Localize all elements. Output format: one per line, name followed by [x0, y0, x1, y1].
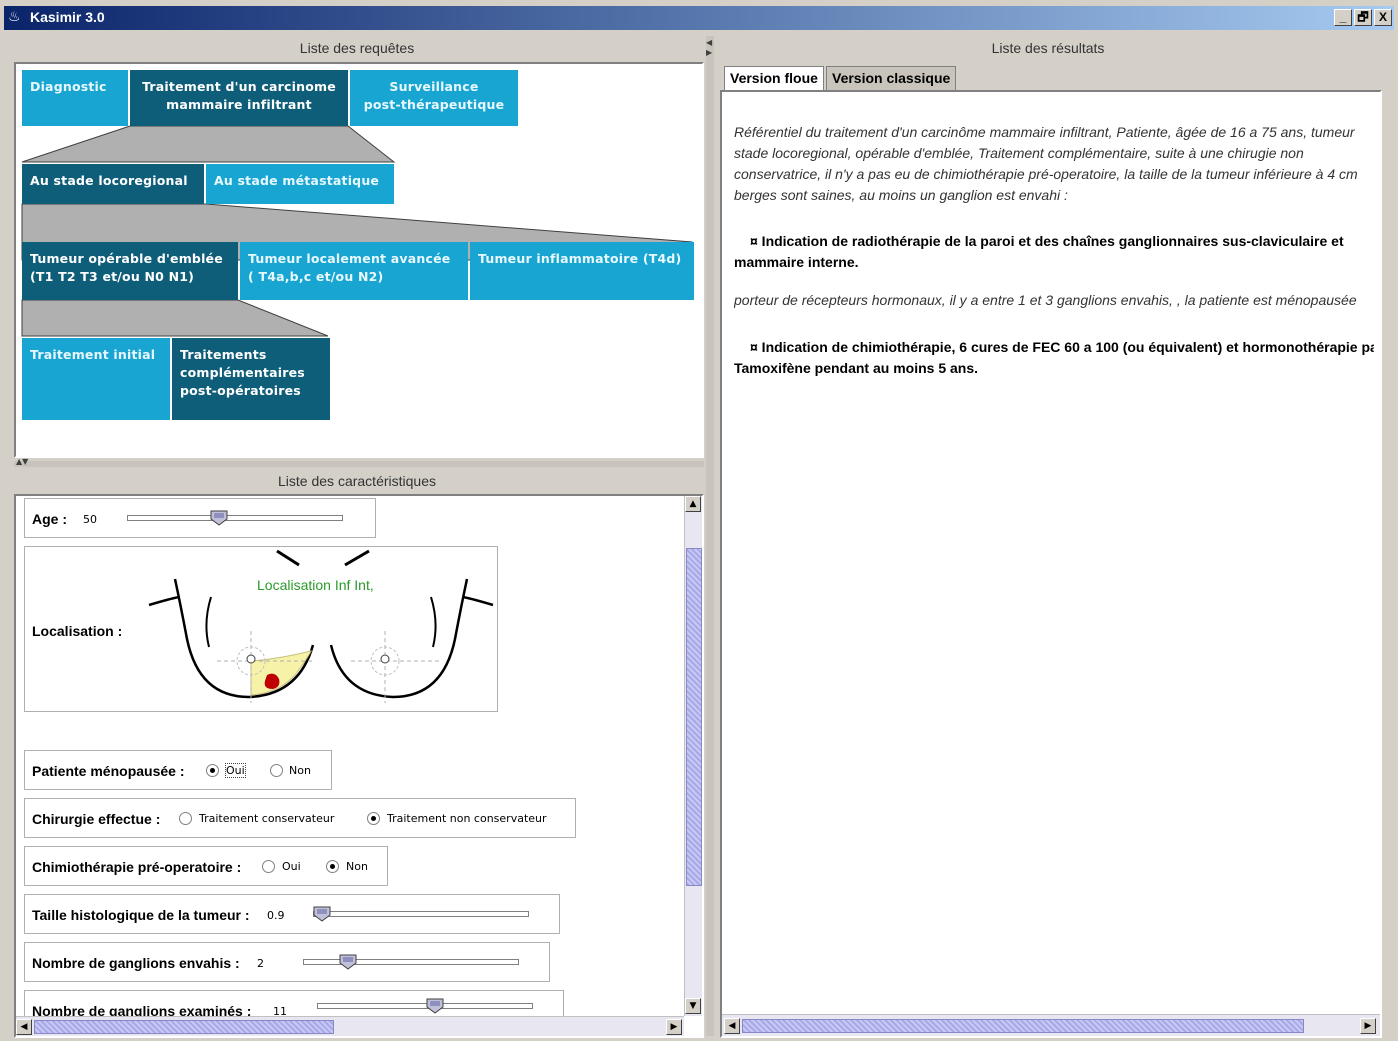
node-surveillance[interactable]: Surveillance post-thérapeutique [350, 70, 518, 126]
breast-diagram[interactable] [139, 547, 499, 713]
chimio-label: Chimiothérapie pré-operatoire : [32, 859, 242, 875]
node-traitement-initial[interactable]: Traitement initial [22, 338, 170, 420]
app-window: ♨ Kasimir 3.0 _ 🗗 X Liste des requêtes D… [0, 0, 1398, 1041]
caracteristiques-horizontal-scrollbar[interactable]: ◀ ▶ [16, 1016, 684, 1036]
chirurgie-non-conservateur-label[interactable]: Traitement non conservateur [387, 812, 547, 825]
age-label: Age : [32, 511, 67, 527]
chirurgie-conservateur-label[interactable]: Traitement conservateur [199, 812, 334, 825]
taille-field: Taille histologique de la tumeur : 0.9 [24, 894, 560, 934]
chirurgie-conservateur-radio[interactable] [179, 812, 192, 825]
restore-button[interactable]: 🗗 [1354, 9, 1372, 26]
scroll-left-arrow-icon[interactable]: ◀ [16, 1019, 32, 1035]
taille-slider-thumb[interactable] [313, 906, 331, 922]
result-line-7: porteur de récepteurs hormonaux, il y a … [734, 292, 1357, 308]
menopause-field: Patiente ménopausée : Oui Non [24, 750, 332, 790]
result-line-4: berges sont saines, au moins un ganglion… [734, 187, 1068, 203]
results-horizontal-scroll-thumb[interactable] [742, 1019, 1304, 1033]
ganglions-envahis-slider-track[interactable] [303, 959, 519, 965]
result-line-3: conservatrice, il n'y a pas eu de chimio… [734, 166, 1358, 182]
close-button[interactable]: X [1374, 9, 1392, 26]
tab-version-floue[interactable]: Version floue [724, 66, 824, 90]
results-scroll-right-arrow-icon[interactable]: ▶ [1360, 1018, 1376, 1034]
age-slider-track[interactable] [127, 515, 343, 521]
caracteristiques-panel: Age : 50 Localisation : Localisation Inf… [14, 494, 704, 1038]
requetes-tree: Diagnostic Traitement d'un carcinome mam… [14, 62, 704, 458]
node-stade-metastatique[interactable]: Au stade métastatique [206, 164, 394, 204]
age-slider-thumb[interactable] [210, 510, 228, 526]
chirurgie-label: Chirurgie effectue : [32, 811, 161, 827]
node-traitements-complementaires[interactable]: Traitements complémentaires post-opérato… [172, 338, 330, 420]
resultats-title: Liste des résultats [991, 40, 1105, 56]
menopause-oui-label[interactable]: Oui [225, 763, 246, 778]
horizontal-scroll-thumb[interactable] [34, 1020, 334, 1034]
minimize-button[interactable]: _ [1334, 9, 1352, 26]
horizontal-splitter[interactable]: ▲▼ [14, 457, 704, 467]
chimio-non-label[interactable]: Non [346, 860, 368, 873]
localisation-label: Localisation : [32, 623, 123, 639]
node-traitement-carcinome[interactable]: Traitement d'un carcinome mammaire infil… [130, 70, 348, 126]
chirurgie-field: Chirurgie effectue : Traitement conserva… [24, 798, 576, 838]
menopause-non-label[interactable]: Non [289, 764, 311, 777]
splitter-arrows-icon[interactable]: ▲▼ [16, 457, 28, 466]
ganglions-envahis-slider-thumb[interactable] [339, 954, 357, 970]
splitter-vertical-arrows-icon[interactable]: ◀ ▶ [706, 38, 712, 58]
localisation-field: Localisation : Localisation Inf Int, [24, 546, 498, 712]
result-line-1: Référentiel du traitement d'un carcinôme… [734, 124, 1355, 140]
vertical-scroll-thumb[interactable] [686, 548, 702, 886]
requetes-title: Liste des requêtes [299, 40, 415, 56]
chimio-non-radio[interactable] [326, 860, 339, 873]
window-title: Kasimir 3.0 [30, 9, 105, 25]
chimio-field: Chimiothérapie pré-operatoire : Oui Non [24, 846, 388, 886]
chimio-oui-radio[interactable] [262, 860, 275, 873]
age-value: 50 [83, 513, 97, 526]
node-tumeur-localement-avancee[interactable]: Tumeur localement avancée ( T4a,b,c et/o… [240, 242, 468, 300]
result-line-2: stade locoregional, opérable d'emblée, T… [734, 145, 1304, 161]
chimio-oui-label[interactable]: Oui [282, 860, 301, 873]
node-stade-locoregional[interactable]: Au stade locoregional [22, 164, 204, 204]
node-tumeur-inflammatoire[interactable]: Tumeur inflammatoire (T4d) [470, 242, 694, 300]
vertical-splitter[interactable]: ◀ ▶ [706, 36, 714, 1036]
menopause-label: Patiente ménopausée : [32, 763, 185, 779]
menopause-non-radio[interactable] [270, 764, 283, 777]
node-tumeur-operable[interactable]: Tumeur opérable d'emblée (T1 T2 T3 et/ou… [22, 242, 238, 300]
result-indication-chimiotherapie: ¤ Indication de chimiothérapie, 6 cures … [750, 339, 1374, 355]
result-indication-radiotherapie: ¤ Indication de radiothérapie de la paro… [750, 233, 1344, 249]
ganglions-envahis-value: 2 [257, 957, 264, 970]
taille-value: 0.9 [267, 909, 285, 922]
chirurgie-non-conservateur-radio[interactable] [367, 812, 380, 825]
scroll-right-arrow-icon[interactable]: ▶ [666, 1019, 682, 1035]
resultats-horizontal-scrollbar[interactable]: ◀ ▶ [722, 1014, 1380, 1036]
results-scroll-left-arrow-icon[interactable]: ◀ [724, 1018, 740, 1034]
taille-label: Taille histologique de la tumeur : [32, 907, 250, 923]
ganglions-envahis-label: Nombre de ganglions envahis : [32, 955, 240, 971]
caracteristiques-vertical-scrollbar[interactable]: ▲ ▼ [684, 496, 702, 1016]
result-line-6: mammaire interne. [734, 254, 859, 270]
age-field: Age : 50 [24, 498, 376, 538]
ganglions-examines-slider-thumb[interactable] [426, 998, 444, 1014]
title-bar[interactable]: ♨ Kasimir 3.0 _ 🗗 X [4, 6, 1394, 30]
menopause-oui-radio[interactable] [206, 764, 219, 777]
node-diagnostic[interactable]: Diagnostic [22, 70, 128, 126]
ganglions-envahis-field: Nombre de ganglions envahis : 2 [24, 942, 550, 982]
tab-version-classique[interactable]: Version classique [826, 66, 957, 90]
scroll-down-arrow-icon[interactable]: ▼ [685, 998, 701, 1014]
caracteristiques-title: Liste des caractéristiques [278, 473, 436, 489]
taille-slider-track[interactable] [313, 911, 529, 917]
app-icon: ♨ [8, 9, 21, 25]
scroll-up-arrow-icon[interactable]: ▲ [685, 496, 701, 512]
result-line-9: Tamoxifène pendant au moins 5 ans. [734, 360, 979, 376]
